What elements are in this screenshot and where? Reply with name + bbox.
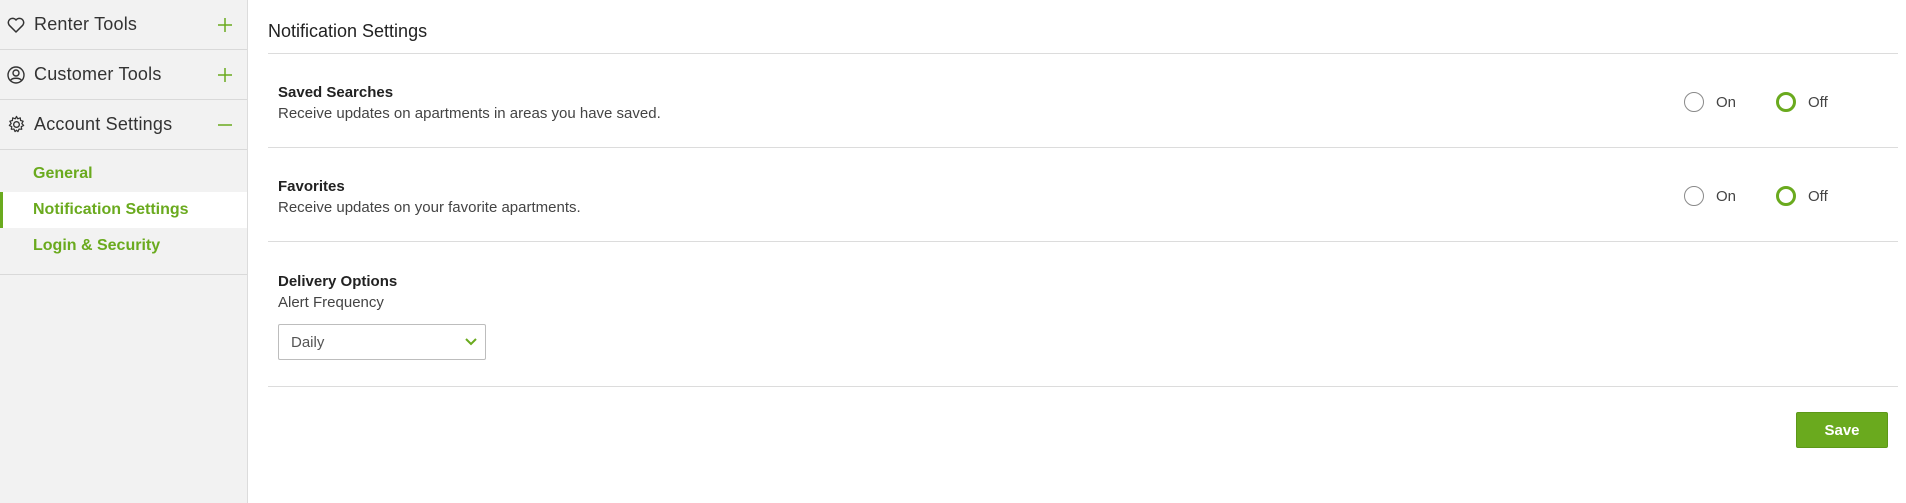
sidebar-item-general[interactable]: General — [0, 156, 247, 192]
delivery-title: Delivery Options — [278, 273, 398, 290]
radio-label: Off — [1808, 93, 1828, 111]
setting-description: Receive updates on your favorite apartme… — [278, 199, 581, 216]
delivery-options-section: Delivery Options Alert Frequency Daily — [268, 242, 1898, 387]
setting-description: Receive updates on apartments in areas y… — [278, 105, 661, 122]
setting-title: Saved Searches — [278, 84, 394, 101]
setting-row-favorites: Favorites Receive updates on your favori… — [268, 148, 1898, 242]
radio-circle[interactable] — [1684, 92, 1704, 112]
chevron-down-icon — [457, 338, 485, 346]
setting-row-saved-searches: Saved Searches Receive updates on apartm… — [268, 54, 1898, 148]
page-title: Notification Settings — [268, 0, 1898, 54]
select-value: Daily — [291, 333, 325, 351]
radio-circle[interactable] — [1684, 186, 1704, 206]
sidebar-section-customer-tools[interactable]: Customer Tools — [0, 50, 247, 100]
sidebar-section-label: Customer Tools — [34, 64, 162, 84]
sidebar-item-login-security[interactable]: Login & Security — [0, 228, 247, 264]
minus-icon[interactable] — [215, 115, 235, 135]
user-circle-icon — [6, 65, 26, 85]
sidebar-section-account-settings[interactable]: Account Settings — [0, 100, 247, 150]
sidebar-section-label: Renter Tools — [34, 14, 138, 34]
radio-circle-selected[interactable] — [1776, 186, 1797, 206]
radio-group: On Off — [1684, 186, 1828, 206]
radio-on[interactable]: On — [1684, 92, 1736, 112]
save-button[interactable]: Save — [1796, 412, 1888, 448]
radio-circle-selected[interactable] — [1776, 92, 1797, 112]
sidebar: Renter Tools Customer Tools Account Sett… — [0, 0, 248, 503]
radio-off[interactable]: Off — [1776, 92, 1828, 112]
setting-title: Favorites — [278, 178, 345, 195]
sidebar-section-renter-tools[interactable]: Renter Tools — [0, 0, 247, 50]
radio-off[interactable]: Off — [1776, 186, 1828, 206]
plus-icon[interactable] — [215, 15, 235, 35]
account-settings-submenu: General Notification Settings Login & Se… — [0, 150, 247, 275]
radio-label: On — [1716, 93, 1737, 111]
radio-group: On Off — [1684, 92, 1828, 112]
plus-icon[interactable] — [215, 65, 235, 85]
radio-label: Off — [1808, 187, 1828, 205]
radio-label: On — [1716, 187, 1737, 205]
alert-frequency-label: Alert Frequency — [278, 294, 384, 311]
radio-on[interactable]: On — [1684, 186, 1736, 206]
gear-icon — [6, 115, 26, 135]
sidebar-section-label: Account Settings — [34, 114, 173, 134]
heart-icon — [6, 15, 26, 35]
main-content: Notification Settings Saved Searches Rec… — [268, 0, 1898, 387]
sidebar-item-notification-settings[interactable]: Notification Settings — [0, 192, 247, 228]
alert-frequency-select[interactable]: Daily — [278, 324, 486, 360]
